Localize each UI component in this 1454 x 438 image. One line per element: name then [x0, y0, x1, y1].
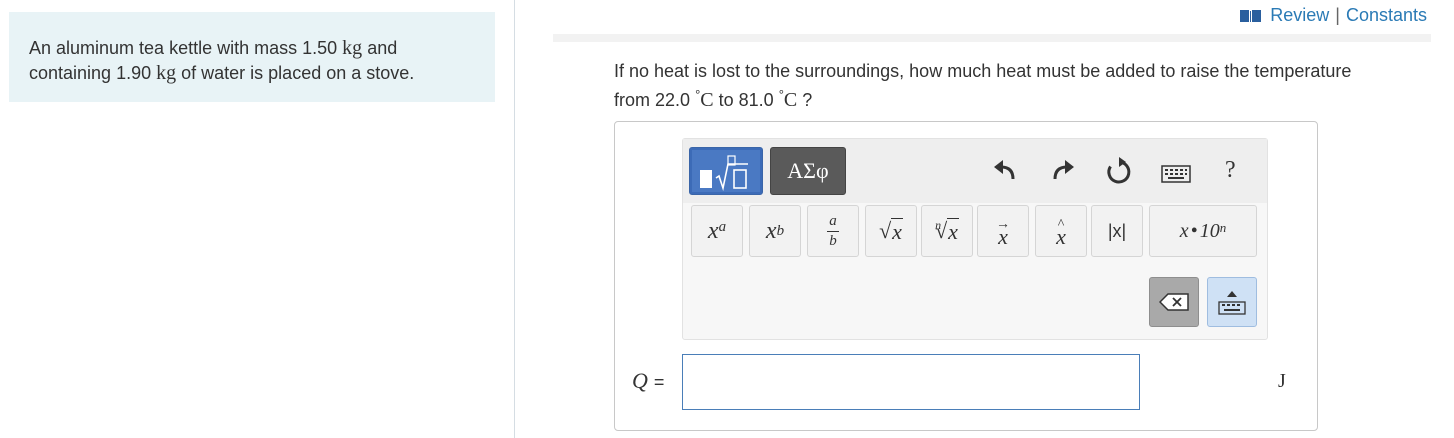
button-glyph: x	[1056, 224, 1066, 249]
link-separator: |	[1335, 5, 1340, 25]
button-glyph: x	[765, 217, 777, 244]
review-link[interactable]: Review	[1270, 5, 1329, 26]
question-mark: ?	[802, 90, 813, 110]
templates-tab[interactable]	[689, 147, 763, 195]
answer-unit: J	[1278, 370, 1286, 392]
question-text: If no heat is lost to the surroundings, …	[614, 60, 1351, 112]
answer-variable-label: Q =	[632, 368, 664, 394]
button-glyph: x	[707, 217, 719, 244]
unit-celsius: C	[783, 89, 798, 111]
unit-celsius: C	[700, 89, 714, 111]
button-glyph: a	[718, 218, 727, 235]
absolute-value-button[interactable]: |x|	[1091, 205, 1143, 257]
problem-statement: An aluminum tea kettle with mass 1.50 kg…	[29, 36, 414, 86]
subscript-button[interactable]: xb	[749, 205, 801, 257]
constants-link[interactable]: Constants	[1346, 5, 1427, 26]
panel-divider	[514, 0, 515, 438]
unit-kg: kg	[156, 62, 177, 84]
button-glyph: n	[935, 217, 942, 232]
button-glyph: x	[998, 224, 1008, 249]
variable-q: Q	[632, 368, 648, 393]
question-text-part: from 22.0	[614, 90, 691, 110]
scientific-notation-button[interactable]: x • 10 n	[1149, 205, 1257, 257]
backspace-button[interactable]	[1149, 277, 1199, 327]
button-glyph: 10	[1199, 219, 1220, 242]
button-glyph: x	[891, 217, 903, 244]
part-header-bar	[553, 34, 1431, 42]
undo-icon[interactable]	[991, 157, 1019, 185]
templates-icon	[700, 155, 748, 192]
problem-text-part: and	[367, 38, 398, 58]
button-glyph: x	[947, 217, 959, 244]
nth-root-button[interactable]: n √ x	[921, 205, 973, 257]
button-glyph: •	[1190, 219, 1198, 242]
question-text-part: to 81.0	[718, 90, 774, 110]
button-glyph: b	[829, 232, 837, 249]
reset-icon[interactable]	[1105, 157, 1133, 185]
unit-kg: kg	[342, 37, 363, 59]
book-icon	[1240, 9, 1262, 22]
keyboard-icon[interactable]	[1161, 165, 1191, 183]
button-glyph: a	[829, 212, 837, 229]
button-glyph: x	[1179, 219, 1189, 242]
caret-up-icon	[1227, 290, 1237, 297]
top-links: Review | Constants	[1240, 5, 1427, 26]
redo-icon[interactable]	[1049, 157, 1077, 185]
keyboard-toggle-button[interactable]	[1207, 277, 1257, 327]
problem-text-part: An aluminum tea kettle with mass 1.50	[29, 38, 338, 58]
radical-icon: √	[879, 218, 892, 243]
problem-text-part: of water is placed on a stove.	[181, 63, 415, 83]
button-glyph: b	[776, 222, 785, 239]
fraction-button[interactable]: a b	[807, 205, 859, 257]
greek-symbols-tab[interactable]: ΑΣφ	[770, 147, 846, 195]
backspace-icon	[1159, 293, 1189, 311]
keyboard-icon	[1218, 300, 1246, 315]
answer-input[interactable]	[682, 354, 1140, 410]
equals-sign: =	[653, 372, 665, 392]
math-toolbar: ΑΣφ ? xa xb a b √ x n √ x → x ^ x |x| x …	[682, 138, 1268, 340]
vector-button[interactable]: → x	[977, 205, 1029, 257]
square-root-button[interactable]: √ x	[865, 205, 917, 257]
button-glyph: n	[1219, 220, 1227, 235]
help-button[interactable]: ?	[1225, 157, 1236, 184]
problem-panel: An aluminum tea kettle with mass 1.50 kg…	[9, 12, 495, 102]
question-line: If no heat is lost to the surroundings, …	[614, 61, 1352, 81]
unit-vector-button[interactable]: ^ x	[1035, 205, 1087, 257]
problem-text-part: containing 1.90	[29, 63, 152, 83]
superscript-button[interactable]: xa	[691, 205, 743, 257]
